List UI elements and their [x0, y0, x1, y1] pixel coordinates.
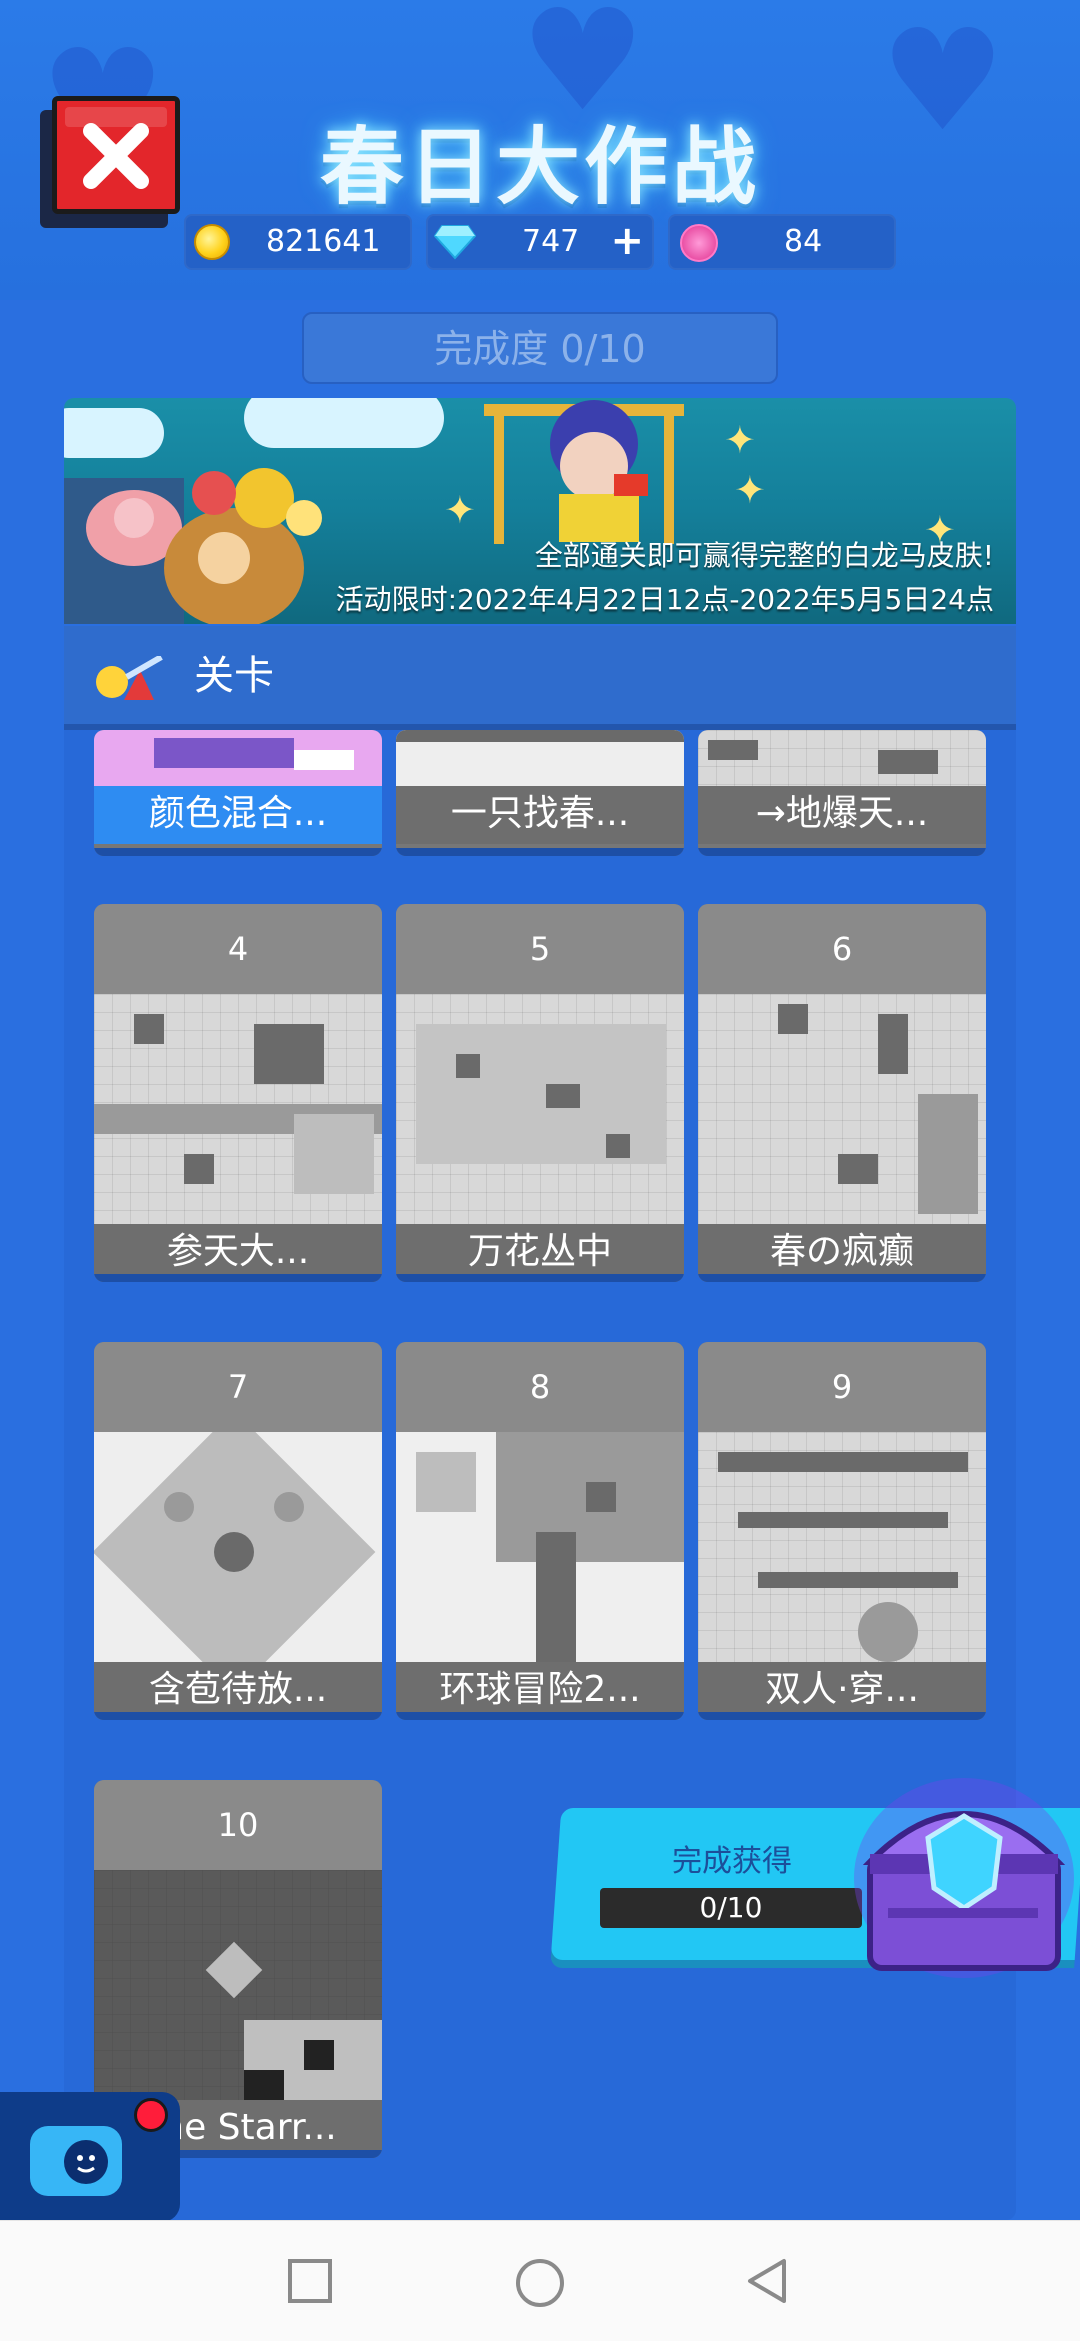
- section-header: 关卡: [64, 626, 1016, 730]
- heart-decoration: ♥: [880, 0, 1006, 163]
- level-card[interactable]: 6 春の疯癫: [698, 904, 986, 1282]
- reward-label: 完成获得: [672, 1844, 792, 1879]
- completion-progress: 完成度 0/10: [302, 312, 778, 384]
- level-card[interactable]: →地爆天...: [698, 730, 986, 856]
- lotus-value: 84: [784, 224, 823, 259]
- system-navigation-bar: [0, 2220, 1080, 2341]
- gem-value: 747: [522, 224, 580, 259]
- level-number: 9: [698, 1342, 986, 1432]
- reward-progress: 0/10: [600, 1888, 862, 1928]
- swing-character-illustration: [484, 400, 684, 544]
- card-base: [698, 1274, 986, 1282]
- level-name: →地爆天...: [698, 786, 986, 844]
- level-thumbnail: [94, 994, 382, 1224]
- level-number: 8: [396, 1342, 684, 1432]
- level-card[interactable]: 8 环球冒险2...: [396, 1342, 684, 1720]
- level-thumbnail: [396, 1432, 684, 1662]
- level-card[interactable]: 颜色混合...: [94, 730, 382, 856]
- level-number: 5: [396, 904, 684, 994]
- close-button-face: [52, 96, 180, 214]
- level-card[interactable]: 4 参天大...: [94, 904, 382, 1282]
- card-base: [94, 1274, 382, 1282]
- level-thumbnail: [698, 730, 986, 786]
- banner-reward-text: 全部通关即可赢得完整的白龙马皮肤!: [534, 539, 994, 572]
- coin-counter: 821641: [184, 214, 412, 270]
- level-thumbnail: [396, 730, 684, 786]
- gem-counter: 747 +: [426, 214, 654, 270]
- star-decoration: ✦: [734, 468, 766, 512]
- level-card[interactable]: 5 万花丛中: [396, 904, 684, 1282]
- level-name: 颜色混合...: [94, 786, 382, 844]
- card-base: [698, 1712, 986, 1720]
- square-icon[interactable]: [286, 2257, 334, 2305]
- triangle-back-icon[interactable]: [744, 2257, 792, 2305]
- characters-illustration: [64, 468, 322, 624]
- level-thumbnail: [94, 1432, 382, 1662]
- coin-icon: [194, 224, 230, 260]
- event-banner: ✦ ✦ ✦ ✦ 全部通关即可赢得完整的白龙马皮肤! 活动限时:2022年4月22…: [64, 398, 1016, 624]
- level-card[interactable]: 9 双人·穿...: [698, 1342, 986, 1720]
- level-thumbnail: [698, 994, 986, 1224]
- level-icon: [96, 656, 163, 700]
- level-thumbnail: [94, 1870, 382, 2100]
- card-base: [94, 848, 382, 856]
- card-base: [396, 848, 684, 856]
- add-gems-button[interactable]: +: [610, 214, 644, 270]
- card-base: [94, 1712, 382, 1720]
- lotus-counter: 84: [668, 214, 896, 270]
- level-number: 10: [94, 1780, 382, 1870]
- close-button[interactable]: [40, 96, 180, 228]
- level-thumbnail: [94, 730, 382, 786]
- circle-icon[interactable]: [514, 2257, 566, 2309]
- card-base: [698, 848, 986, 856]
- level-number: 7: [94, 1342, 382, 1432]
- level-thumbnail: [396, 994, 684, 1224]
- level-card[interactable]: 7 含苞待放...: [94, 1342, 382, 1720]
- close-x-icon: [83, 123, 149, 189]
- level-thumbnail: [698, 1432, 986, 1662]
- assistant-icon: [30, 2126, 122, 2196]
- page-title: 春日大作战: [319, 118, 760, 216]
- level-card[interactable]: 一只找春...: [396, 730, 684, 856]
- level-number: 6: [698, 904, 986, 994]
- lotus-icon: [680, 224, 718, 262]
- diamond-icon: [434, 225, 476, 260]
- notification-dot: [134, 2098, 168, 2132]
- level-number: 4: [94, 904, 382, 994]
- banner-time-text: 活动限时:2022年4月22日12点-2022年5月5日24点: [335, 583, 994, 616]
- treasure-chest-icon[interactable]: [848, 1758, 1080, 1982]
- card-base: [396, 1274, 684, 1282]
- level-name: 一只找春...: [396, 786, 684, 844]
- section-title: 关卡: [194, 653, 274, 699]
- card-base: [396, 1712, 684, 1720]
- coin-value: 821641: [266, 224, 381, 259]
